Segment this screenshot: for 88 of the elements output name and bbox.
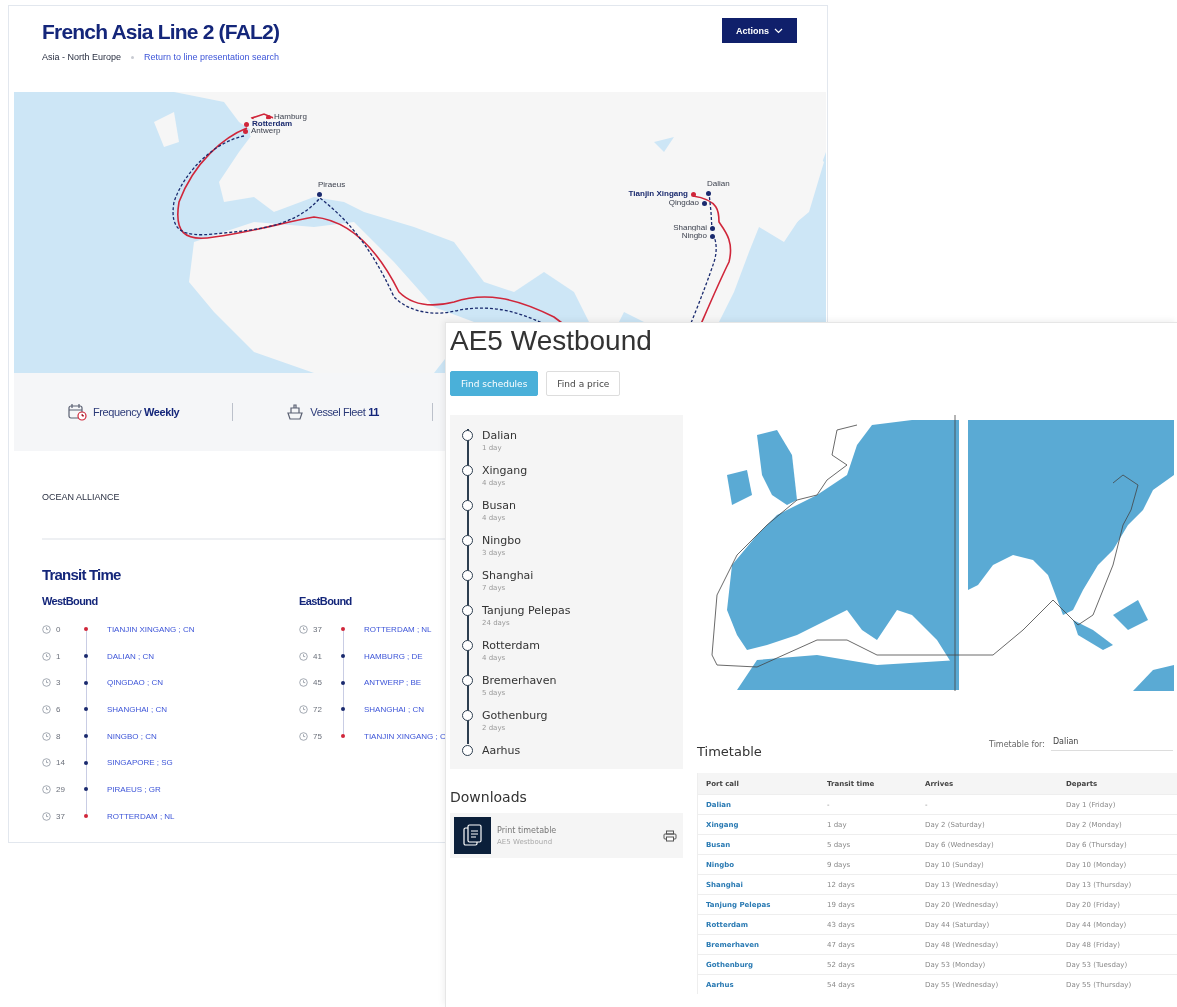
clock-icon xyxy=(42,678,51,688)
port-select-field[interactable]: Dalian xyxy=(1050,737,1173,751)
port-link[interactable]: DALIAN ; CN xyxy=(107,651,155,661)
stop-circle-icon xyxy=(462,430,473,441)
stop-name: Rotterdam xyxy=(482,639,541,652)
back-link[interactable]: Return to line presentation search xyxy=(144,52,280,62)
port-link[interactable]: SINGAPORE ; SG xyxy=(107,758,173,768)
port-link[interactable]: TIANJIN XINGANG ; C xyxy=(364,731,446,741)
port-link[interactable]: NINGBO ; CN xyxy=(107,731,157,741)
document-icon xyxy=(454,817,491,854)
transit-days: 72 xyxy=(313,704,336,714)
transit-days: 3 xyxy=(56,678,79,688)
page-title: AE5 Westbound xyxy=(450,324,653,358)
section-heading: Transit Time xyxy=(42,566,121,583)
clock-icon xyxy=(299,624,308,634)
transit-days: 6 xyxy=(56,704,79,714)
clock-icon xyxy=(42,651,51,661)
clock-icon xyxy=(299,678,308,688)
direction-heading: EastBound xyxy=(299,595,352,607)
transit-days: 37 xyxy=(56,811,79,821)
clock-icon xyxy=(42,704,51,714)
port-link[interactable]: ROTTERDAM ; NL xyxy=(107,811,175,821)
section-heading: Timetable xyxy=(697,744,763,759)
clock-icon xyxy=(42,731,51,741)
port-link[interactable]: TIANJIN XINGANG ; CN xyxy=(107,624,195,634)
calendar-clock-icon xyxy=(68,403,87,421)
port-label: Piraeus xyxy=(317,180,347,190)
port-link[interactable]: SHANGHAI ; CN xyxy=(107,704,167,714)
clock-icon xyxy=(42,811,51,821)
stop-circle-icon xyxy=(462,710,473,721)
transit-days: 45 xyxy=(313,678,336,688)
stop-circle-icon xyxy=(462,640,473,651)
port-label: Ningbo xyxy=(680,231,708,241)
stop-name: Tanjung Pelepas xyxy=(482,604,571,617)
trade-label: Asia - North Europe xyxy=(42,52,122,62)
separator-dot-icon xyxy=(131,55,135,59)
stop-circle-icon xyxy=(462,605,473,616)
caret-icon xyxy=(774,27,783,34)
stat-text: Frequency Weekly xyxy=(93,406,180,418)
stop-name: Xingang xyxy=(482,464,528,477)
transit-days: 75 xyxy=(313,731,336,741)
clock-icon xyxy=(299,651,308,661)
port-link[interactable]: PIRAEUS ; GR xyxy=(107,784,161,794)
stop-name: Busan xyxy=(482,499,516,512)
download-title: Print timetable xyxy=(497,825,558,835)
section-heading: Downloads xyxy=(450,789,528,805)
stop-circle-icon xyxy=(462,465,473,476)
port-link[interactable]: HAMBURG ; DE xyxy=(364,651,423,661)
direction-heading: WestBound xyxy=(42,595,98,607)
transit-days: 29 xyxy=(56,784,79,794)
clock-icon xyxy=(299,704,308,714)
stop-name: Gothenburg xyxy=(482,709,548,722)
stop-circle-icon xyxy=(462,570,473,581)
stop-circle-icon xyxy=(462,500,473,511)
transit-days: 41 xyxy=(313,651,336,661)
stop-name: Aarhus xyxy=(482,744,521,757)
clock-icon xyxy=(42,758,51,768)
transit-days: 8 xyxy=(56,731,79,741)
port-label: Antwerp xyxy=(250,126,282,136)
clock-icon xyxy=(42,624,51,634)
port-label: Tianjin Xingang xyxy=(627,189,689,199)
ship-icon xyxy=(286,404,305,420)
page-title: French Asia Line 2 (FAL2) xyxy=(42,20,280,44)
stop-name: Bremerhaven xyxy=(482,674,557,687)
stop-circle-icon xyxy=(462,745,473,756)
port-label: Dalian xyxy=(706,179,731,189)
clock-icon xyxy=(299,731,308,741)
stop-circle-icon xyxy=(462,535,473,546)
port-link[interactable]: ROTTERDAM ; NL xyxy=(364,624,432,634)
port-link[interactable]: QINGDAO ; CN xyxy=(107,678,163,688)
port-link[interactable]: SHANGHAI ; CN xyxy=(364,704,424,714)
transit-days: 37 xyxy=(313,624,336,634)
transit-days: 1 xyxy=(56,651,79,661)
stat-text: Vessel Fleet 11 xyxy=(310,406,379,418)
stop-name: Dalian xyxy=(482,429,518,442)
stop-name: Ningbo xyxy=(482,534,521,547)
actions-button[interactable]: Actions xyxy=(722,18,797,43)
stop-circle-icon xyxy=(462,675,473,686)
transit-days: 14 xyxy=(56,758,79,768)
port-link[interactable]: ANTWERP ; BE xyxy=(364,678,422,688)
port-label: Qingdao xyxy=(667,198,700,208)
find-price-button[interactable]: Find a price xyxy=(546,371,621,396)
filter-label: Timetable for: xyxy=(989,739,1045,749)
stop-name: Shanghai xyxy=(482,569,534,582)
transit-days: 0 xyxy=(56,624,79,634)
printer-icon xyxy=(663,829,677,842)
clock-icon xyxy=(42,784,51,794)
alliance-label: OCEAN ALLIANCE xyxy=(42,492,120,502)
